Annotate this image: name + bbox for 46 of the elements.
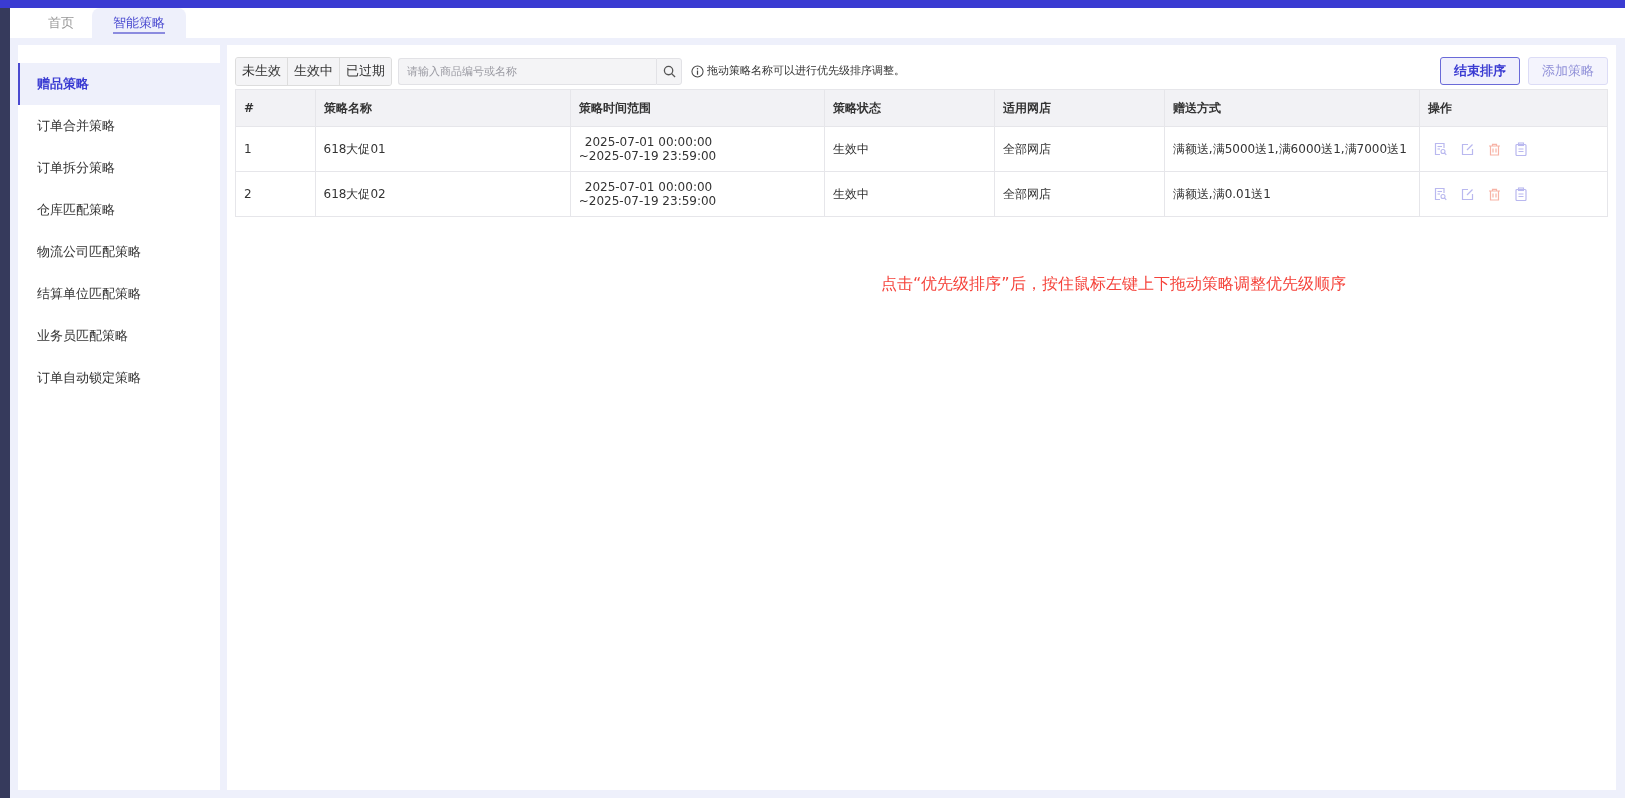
sidebar-item[interactable]: 业务员匹配策略: [18, 315, 220, 357]
delete-icon[interactable]: [1488, 142, 1501, 156]
sidebar-item[interactable]: 订单合并策略: [18, 105, 220, 147]
start-time: 2025-07-01 00:00:00: [583, 180, 714, 194]
edit-icon[interactable]: [1461, 142, 1474, 156]
column-header: 策略时间范围: [570, 89, 825, 127]
column-header: #: [235, 89, 316, 127]
column-header: 操作: [1419, 89, 1608, 127]
table-cell: 全部网店: [994, 171, 1165, 217]
end-time: ~2025-07-19 23:59:00: [578, 194, 718, 208]
start-time: 2025-07-01 00:00:00: [583, 135, 714, 149]
column-header: 策略状态: [824, 89, 995, 127]
info-icon: [691, 64, 704, 78]
table-cell: 618大促01: [315, 126, 571, 172]
search-field[interactable]: 请输入商品编号或名称: [398, 57, 656, 85]
sidebar-item[interactable]: 结算单位匹配策略: [18, 273, 220, 315]
sidebar-item[interactable]: 赠品策略: [18, 63, 220, 105]
tab[interactable]: 智能策略: [92, 8, 186, 38]
column-header: 适用网店: [994, 89, 1165, 127]
table-cell: 生效中: [824, 126, 995, 172]
action-button[interactable]: 结束排序: [1440, 57, 1520, 85]
sidebar-item[interactable]: 物流公司匹配策略: [18, 231, 220, 273]
table-cell: 生效中: [824, 171, 995, 217]
sidebar-item[interactable]: 订单自动锁定策略: [18, 357, 220, 399]
status-filter-button[interactable]: 未生效: [236, 57, 288, 85]
column-header: 策略名称: [315, 89, 571, 127]
table-cell: 满额送,满0.01送1: [1164, 171, 1420, 217]
column-header: 赠送方式: [1164, 89, 1420, 127]
table-cell: 2: [235, 171, 316, 217]
end-time: ~2025-07-19 23:59:00: [578, 149, 718, 163]
edit-icon[interactable]: [1461, 187, 1474, 201]
clipboard-icon[interactable]: [1515, 142, 1527, 156]
annotation-text: 点击“优先级排序”后，按住鼠标左键上下拖动策略调整优先级顺序: [881, 274, 1346, 295]
sidebar-item[interactable]: 订单拆分策略: [18, 147, 220, 189]
table-cell: 1: [235, 126, 316, 172]
hint-text: 拖动策略名称可以进行优先级排序调整。: [707, 64, 905, 78]
table-cell: 满额送,满5000送1,满6000送1,满7000送1: [1164, 126, 1420, 172]
delete-icon[interactable]: [1488, 187, 1501, 201]
clipboard-icon[interactable]: [1515, 187, 1527, 201]
search-icon: [662, 64, 676, 78]
view-icon[interactable]: [1434, 187, 1447, 201]
table-cell: 618大促02: [315, 171, 571, 217]
view-icon[interactable]: [1434, 142, 1447, 156]
table-cell: 全部网店: [994, 126, 1165, 172]
search-button[interactable]: [656, 57, 682, 85]
sidebar-item[interactable]: 仓库匹配策略: [18, 189, 220, 231]
